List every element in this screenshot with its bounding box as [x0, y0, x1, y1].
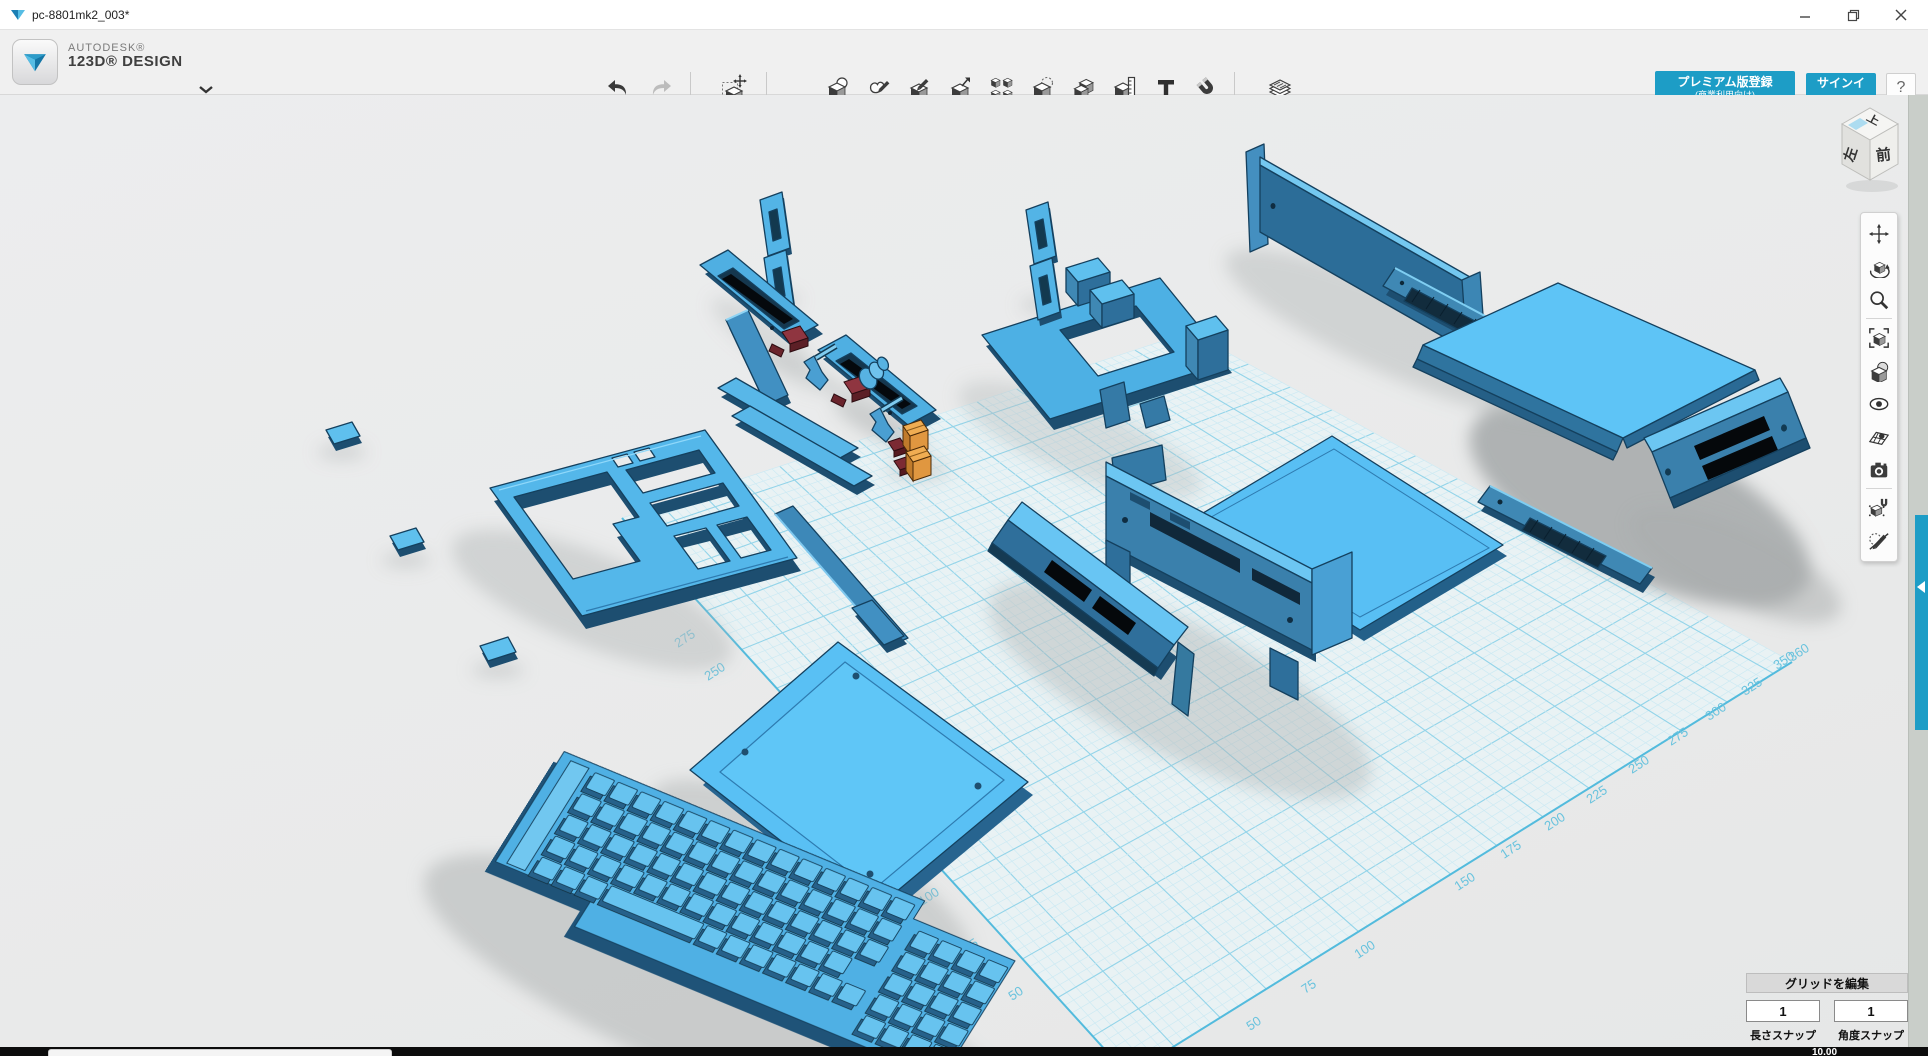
toolbar-separator	[1866, 488, 1892, 489]
show-grid-tool[interactable]	[1861, 420, 1897, 453]
length-snap-label: 長さスナップ	[1746, 1027, 1820, 1043]
viewport[interactable]: 3002752501007550507510015017520022525027…	[0, 95, 1928, 1047]
eye-icon	[1868, 393, 1890, 415]
screenshot-tool[interactable]	[1861, 453, 1897, 486]
orbit-icon	[1868, 256, 1890, 278]
svg-text:100: 100	[1351, 937, 1377, 961]
app-logo[interactable]	[12, 39, 58, 85]
angle-snap-label: 角度スナップ	[1834, 1027, 1908, 1043]
status-value: 10.00	[1812, 1047, 1837, 1056]
minimize-button[interactable]	[1782, 0, 1828, 30]
toolbar-separator	[1866, 318, 1892, 319]
svg-text:50: 50	[1005, 983, 1025, 1003]
navigation-toolbar	[1860, 212, 1898, 562]
shaded-view-icon	[1868, 360, 1890, 382]
grid-settings-panel: グリッドを編集 長さスナップ 角度スナップ	[1746, 973, 1908, 993]
menu-chevron-icon[interactable]	[198, 85, 214, 94]
viewcube-front-label[interactable]: 前	[1875, 145, 1892, 164]
orbit-tool[interactable]	[1861, 250, 1897, 283]
restore-button[interactable]	[1830, 0, 1876, 30]
fit-view-tool[interactable]	[1861, 321, 1897, 354]
snap-object-tool[interactable]	[1861, 491, 1897, 524]
main-toolbar: AUTODESK® 123D® DESIGN	[0, 30, 1928, 95]
parts-flyout-tab[interactable]	[1915, 515, 1928, 730]
shaded-view-tool[interactable]	[1861, 354, 1897, 387]
restore-icon	[1847, 9, 1860, 22]
angle-snap-input[interactable]	[1834, 1000, 1908, 1022]
application-window: pc-8801mk2_003* AUTODESK® 123D® DESIGN	[0, 0, 1928, 1056]
status-bar: 10.00	[0, 1047, 1928, 1056]
length-snap-input[interactable]	[1746, 1000, 1820, 1022]
window-title: pc-8801mk2_003*	[32, 8, 129, 22]
close-icon	[1895, 9, 1907, 21]
grid-edit-button[interactable]: グリッドを編集	[1746, 973, 1908, 993]
svg-text:150: 150	[1451, 869, 1477, 893]
flyout-arrow-icon	[1917, 581, 1925, 593]
zoom-tool[interactable]	[1861, 283, 1897, 316]
hide-sketch-icon	[1868, 530, 1890, 552]
svg-text:75: 75	[1298, 976, 1318, 996]
premium-label: プレミアム版登録	[1657, 76, 1793, 90]
snap-box-icon	[1868, 497, 1890, 519]
pan-tool[interactable]	[1861, 217, 1897, 250]
model-slot-plates[interactable]	[760, 192, 1062, 326]
view-cube[interactable]: 上 左 前	[1828, 98, 1912, 203]
pan-icon	[1868, 223, 1890, 245]
fit-icon	[1868, 327, 1890, 349]
camera-icon	[1868, 459, 1890, 481]
app-icon	[10, 7, 26, 23]
svg-text:50: 50	[1243, 1013, 1263, 1033]
magnifier-icon	[1868, 289, 1890, 311]
close-button[interactable]	[1878, 0, 1924, 30]
3d-viewport[interactable]: 3002752501007550507510015017520022525027…	[0, 95, 1928, 1047]
titlebar: pc-8801mk2_003*	[0, 0, 1928, 30]
hide-sketches-tool[interactable]	[1861, 524, 1897, 557]
grid-eye-icon	[1868, 426, 1890, 448]
status-pill[interactable]	[48, 1049, 392, 1056]
hide-show-tool[interactable]	[1861, 387, 1897, 420]
logo-triangle-icon	[18, 45, 52, 79]
brand-text: AUTODESK® 123D® DESIGN	[68, 42, 183, 71]
minimize-icon	[1799, 9, 1811, 21]
brand-line2: 123D® DESIGN	[68, 54, 183, 71]
